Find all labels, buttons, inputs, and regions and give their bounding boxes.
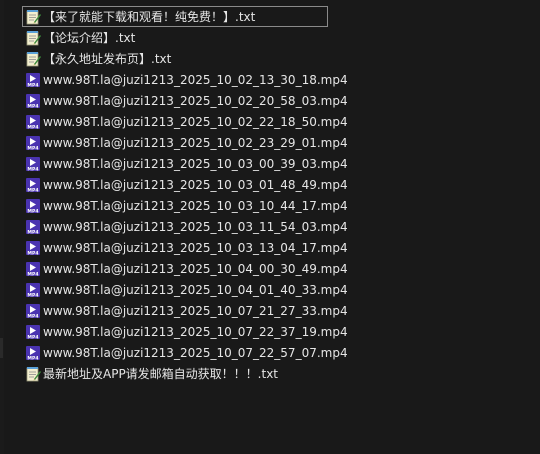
mp4-video-file-icon: MP4	[25, 324, 41, 340]
file-name: www.98T.la@juzi1213_2025_10_04_00_30_49.…	[43, 261, 348, 276]
file-item[interactable]: MP4 www.98T.la@juzi1213_2025_10_02_13_30_…	[22, 69, 348, 90]
svg-text:MP4: MP4	[27, 292, 38, 297]
file-item[interactable]: 最新地址及APP请发邮箱自动获取！！！.txt	[22, 363, 342, 384]
svg-text:MP4: MP4	[27, 313, 38, 318]
file-name: www.98T.la@juzi1213_2025_10_02_22_18_50.…	[43, 114, 348, 129]
file-item[interactable]: MP4 www.98T.la@juzi1213_2025_10_03_00_39_…	[22, 153, 348, 174]
file-name: www.98T.la@juzi1213_2025_10_07_22_37_19.…	[43, 324, 348, 339]
mp4-video-file-icon: MP4	[25, 198, 41, 214]
file-name: www.98T.la@juzi1213_2025_10_03_13_04_17.…	[43, 240, 348, 255]
file-item[interactable]: MP4 www.98T.la@juzi1213_2025_10_07_21_27_…	[22, 300, 348, 321]
file-item[interactable]: MP4 www.98T.la@juzi1213_2025_10_04_01_40_…	[22, 279, 348, 300]
notepad-text-file-icon	[25, 51, 41, 67]
file-name: 最新地址及APP请发邮箱自动获取！！！.txt	[43, 366, 279, 381]
file-name: www.98T.la@juzi1213_2025_10_02_13_30_18.…	[43, 72, 348, 87]
file-item[interactable]: MP4 www.98T.la@juzi1213_2025_10_03_13_04_…	[22, 237, 348, 258]
file-list: 【来了就能下载和观看！纯免费！】.txt 【论坛介绍】.txt 【永久地址发布页】.…	[22, 6, 348, 384]
mp4-video-file-icon: MP4	[25, 156, 41, 172]
svg-text:MP4: MP4	[27, 145, 38, 150]
svg-text:MP4: MP4	[27, 250, 38, 255]
file-name: www.98T.la@juzi1213_2025_10_07_21_27_33.…	[43, 303, 348, 318]
file-item[interactable]: 【来了就能下载和观看！纯免费！】.txt	[22, 6, 328, 27]
svg-text:MP4: MP4	[27, 82, 38, 87]
file-name: www.98T.la@juzi1213_2025_10_03_00_39_03.…	[43, 156, 348, 171]
mp4-video-file-icon: MP4	[25, 135, 41, 151]
file-name: 【论坛介绍】.txt	[43, 30, 136, 45]
file-item[interactable]: MP4 www.98T.la@juzi1213_2025_10_07_22_57_…	[22, 342, 348, 363]
mp4-video-file-icon: MP4	[25, 219, 41, 235]
file-name: 【来了就能下载和观看！纯免费！】.txt	[43, 9, 256, 24]
file-item[interactable]: MP4 www.98T.la@juzi1213_2025_10_04_00_30_…	[22, 258, 348, 279]
mp4-video-file-icon: MP4	[25, 303, 41, 319]
mp4-video-file-icon: MP4	[25, 114, 41, 130]
file-item[interactable]: MP4 www.98T.la@juzi1213_2025_10_02_20_58_…	[22, 90, 348, 111]
file-item[interactable]: MP4 www.98T.la@juzi1213_2025_10_02_23_29_…	[22, 132, 348, 153]
svg-text:MP4: MP4	[27, 166, 38, 171]
left-pane-edge	[0, 0, 4, 454]
file-name: www.98T.la@juzi1213_2025_10_03_11_54_03.…	[43, 219, 348, 234]
mp4-video-file-icon: MP4	[25, 93, 41, 109]
svg-text:MP4: MP4	[27, 271, 38, 276]
notepad-text-file-icon	[25, 366, 41, 382]
notepad-text-file-icon	[25, 9, 41, 25]
file-item[interactable]: MP4 www.98T.la@juzi1213_2025_10_03_11_54_…	[22, 216, 348, 237]
svg-text:MP4: MP4	[27, 334, 38, 339]
mp4-video-file-icon: MP4	[25, 240, 41, 256]
file-name: www.98T.la@juzi1213_2025_10_07_22_57_07.…	[43, 345, 348, 360]
svg-text:MP4: MP4	[27, 103, 38, 108]
mp4-video-file-icon: MP4	[25, 345, 41, 361]
mp4-video-file-icon: MP4	[25, 177, 41, 193]
svg-text:MP4: MP4	[27, 355, 38, 360]
file-item[interactable]: 【永久地址发布页】.txt	[22, 48, 342, 69]
svg-text:MP4: MP4	[27, 124, 38, 129]
left-pane-splitter[interactable]	[0, 338, 3, 358]
file-name: www.98T.la@juzi1213_2025_10_03_01_48_49.…	[43, 177, 348, 192]
file-name: www.98T.la@juzi1213_2025_10_02_23_29_01.…	[43, 135, 348, 150]
file-item[interactable]: MP4 www.98T.la@juzi1213_2025_10_07_22_37_…	[22, 321, 348, 342]
file-item[interactable]: 【论坛介绍】.txt	[22, 27, 342, 48]
file-name: www.98T.la@juzi1213_2025_10_04_01_40_33.…	[43, 282, 348, 297]
notepad-text-file-icon	[25, 30, 41, 46]
mp4-video-file-icon: MP4	[25, 282, 41, 298]
file-name: 【永久地址发布页】.txt	[43, 51, 172, 66]
file-name: www.98T.la@juzi1213_2025_10_03_10_44_17.…	[43, 198, 348, 213]
file-item[interactable]: MP4 www.98T.la@juzi1213_2025_10_02_22_18_…	[22, 111, 348, 132]
svg-text:MP4: MP4	[27, 187, 38, 192]
svg-text:MP4: MP4	[27, 229, 38, 234]
file-item[interactable]: MP4 www.98T.la@juzi1213_2025_10_03_10_44_…	[22, 195, 348, 216]
mp4-video-file-icon: MP4	[25, 72, 41, 88]
file-item[interactable]: MP4 www.98T.la@juzi1213_2025_10_03_01_48_…	[22, 174, 348, 195]
svg-text:MP4: MP4	[27, 208, 38, 213]
mp4-video-file-icon: MP4	[25, 261, 41, 277]
file-name: www.98T.la@juzi1213_2025_10_02_20_58_03.…	[43, 93, 348, 108]
